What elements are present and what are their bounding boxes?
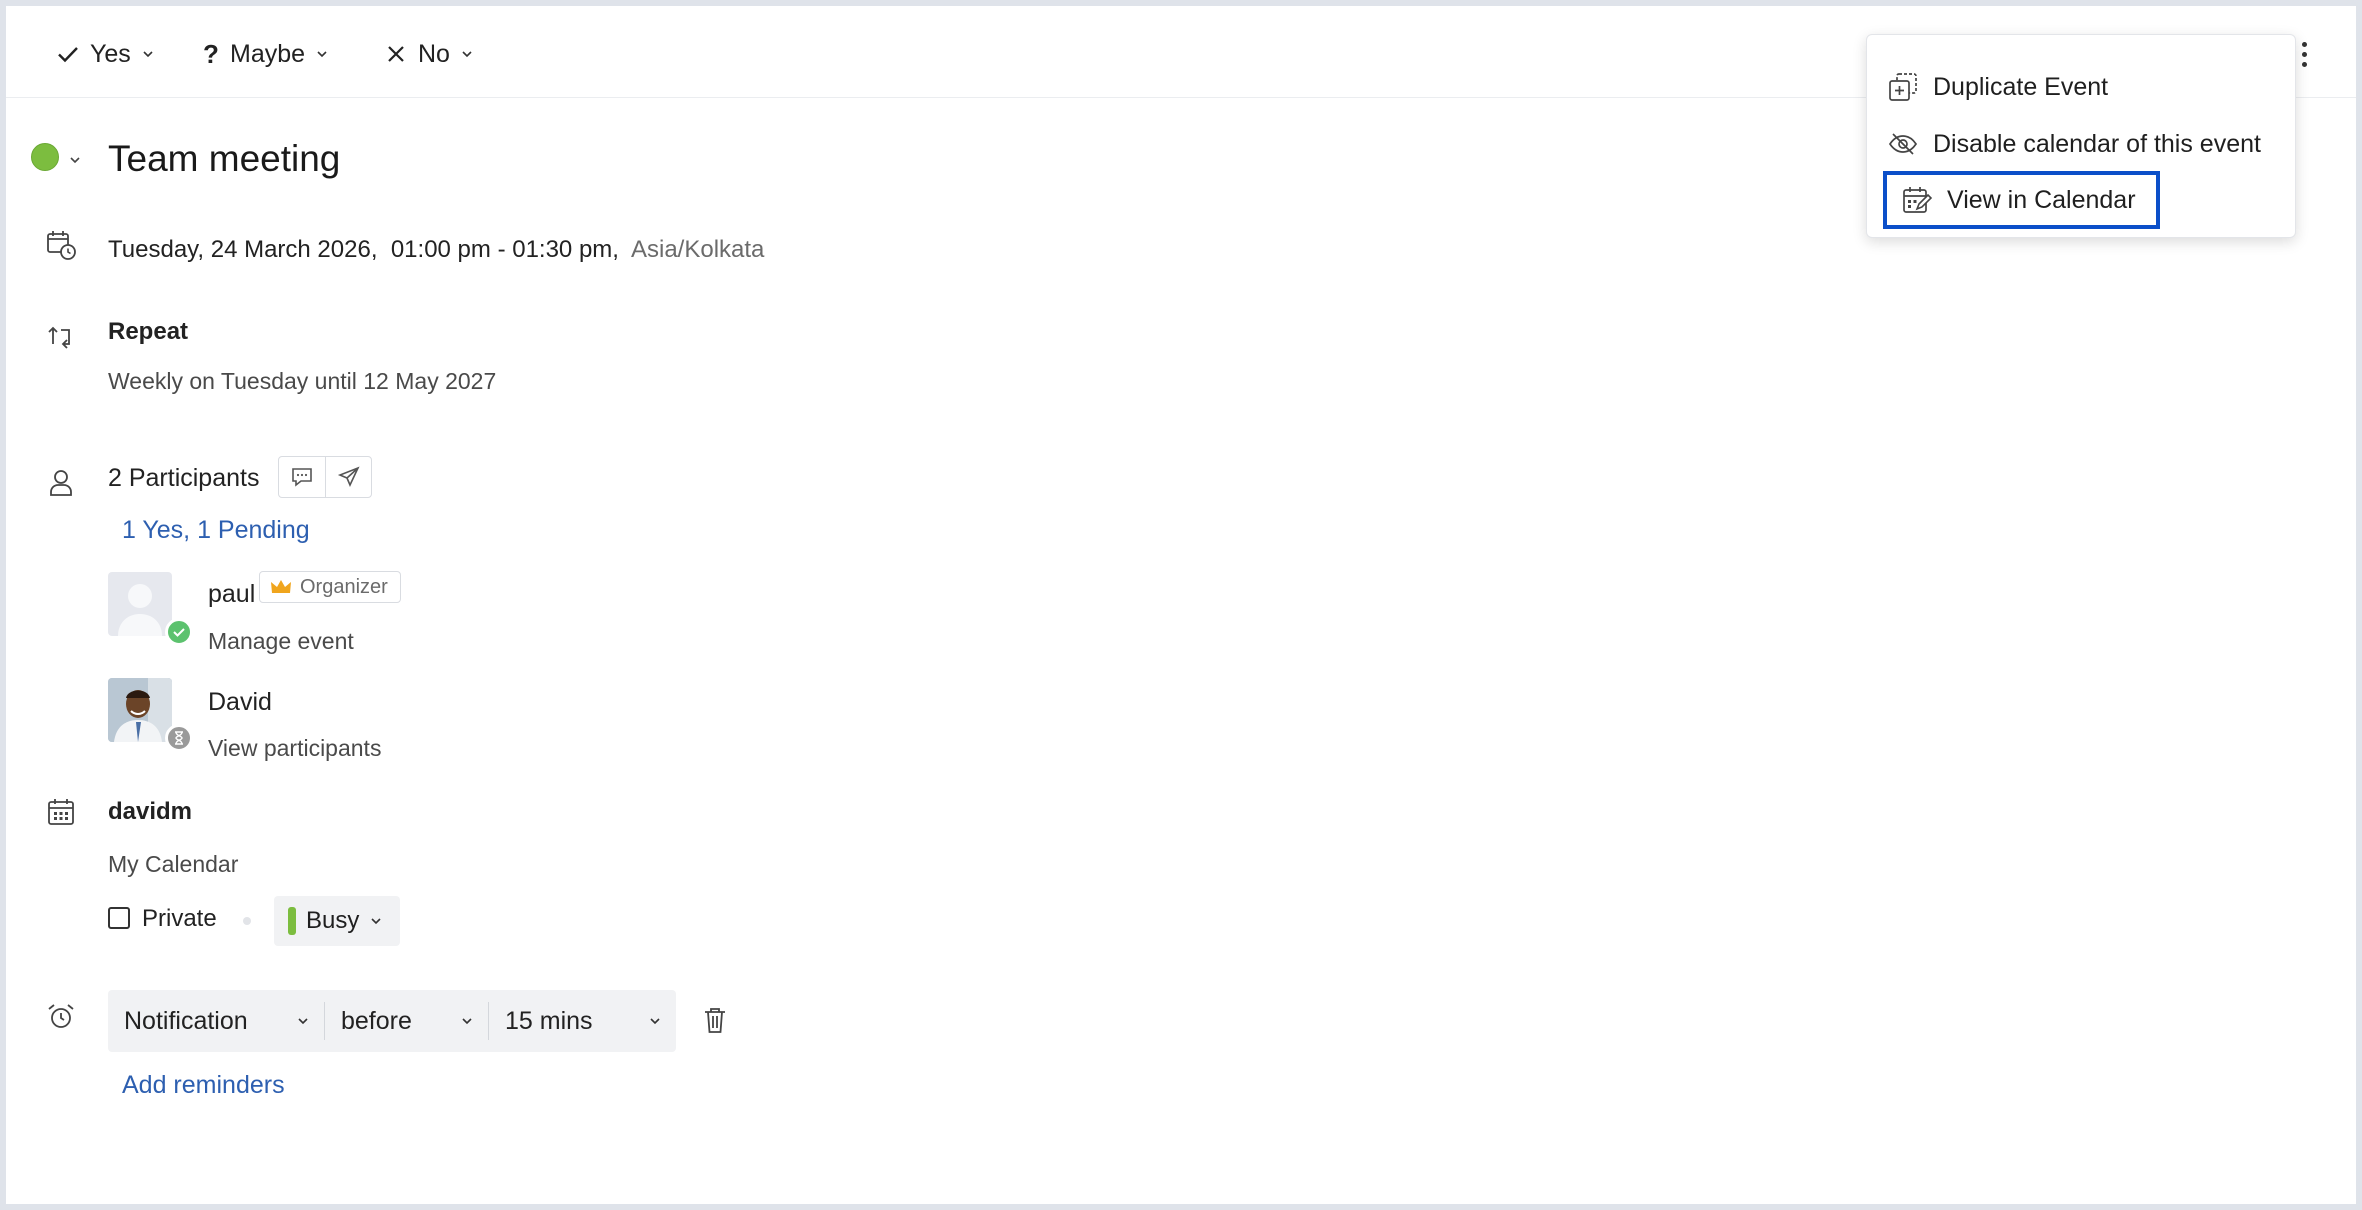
busy-color-bar	[288, 907, 296, 935]
rsvp-yes-button[interactable]: Yes	[56, 34, 155, 74]
chevron-down-icon[interactable]	[68, 153, 82, 167]
send-icon	[337, 466, 360, 487]
check-icon	[58, 47, 78, 63]
person-icon	[50, 470, 72, 496]
reminder-type-select[interactable]: Notification	[108, 990, 324, 1052]
calendar-clock-icon	[47, 231, 76, 260]
event-datetime: Tuesday, 24 March 2026, 01:00 pm - 01:30…	[108, 236, 764, 264]
participant-name: David	[208, 688, 272, 716]
reminder-relation-value: before	[341, 1006, 412, 1035]
chat-icon	[292, 468, 312, 487]
accepted-status-icon	[165, 618, 193, 646]
availability-dropdown[interactable]: Busy	[274, 896, 400, 946]
rsvp-maybe-button[interactable]: ? Maybe	[202, 34, 329, 74]
more-options-icon[interactable]	[2294, 36, 2314, 72]
menu-item-label: Disable calendar of this event	[1933, 129, 2261, 158]
reminder-offset-value: 15 mins	[505, 1006, 593, 1035]
repeat-rule: Weekly on Tuesday until 12 May 2027	[108, 368, 497, 394]
avatar	[108, 678, 172, 742]
participant-actions	[278, 456, 372, 498]
reminder-offset-select[interactable]: 15 mins	[489, 990, 676, 1052]
trash-icon[interactable]	[700, 1004, 730, 1036]
organizer-label: Organizer	[300, 575, 388, 598]
availability-label: Busy	[306, 907, 360, 934]
calendar-edit-icon	[1903, 187, 1933, 213]
close-icon	[388, 46, 404, 62]
chevron-down-icon	[462, 1018, 472, 1025]
private-checkbox[interactable]	[108, 907, 130, 929]
separator-dot	[243, 917, 251, 925]
repeat-icon	[48, 326, 70, 349]
reminder-type-value: Notification	[124, 1006, 248, 1035]
rsvp-no-button[interactable]: No	[384, 34, 474, 74]
reminder-row: Notification before 15 mins	[108, 990, 676, 1052]
menu-item-disable-calendar[interactable]: Disable calendar of this event	[1887, 122, 2261, 166]
calendar-icon	[48, 799, 74, 825]
eye-off-icon	[1888, 133, 1918, 155]
avatar	[108, 572, 172, 636]
menu-item-view-in-calendar[interactable]: View in Calendar	[1883, 171, 2160, 229]
menu-item-label: View in Calendar	[1947, 185, 2136, 214]
default-user-icon	[118, 584, 162, 636]
email-participants-button[interactable]	[325, 457, 371, 497]
event-color-dot[interactable]	[31, 143, 59, 171]
menu-item-label: Duplicate Event	[1933, 72, 2109, 101]
event-timezone: Asia/Kolkata	[630, 236, 765, 263]
participants-count: 2 Participants	[108, 464, 260, 492]
participant-name: paul	[208, 580, 256, 608]
chevron-down-icon	[650, 1018, 660, 1025]
rsvp-yes-label: Yes	[90, 39, 131, 68]
duplicate-icon	[1889, 73, 1917, 101]
reminder-relation-select[interactable]: before	[325, 990, 488, 1052]
event-details-panel: Yes ? Maybe No Team meeting Tuesday, 24 …	[6, 6, 2356, 1204]
pending-status-icon	[165, 724, 193, 752]
private-label: Private	[142, 905, 217, 932]
crown-icon	[271, 580, 291, 593]
event-title: Team meeting	[108, 138, 341, 179]
organizer-badge: Organizer	[259, 571, 401, 603]
chevron-down-icon	[298, 1018, 308, 1025]
event-time: 01:00 pm - 01:30 pm,	[390, 236, 619, 263]
chevron-down-icon	[143, 51, 153, 58]
chevron-down-icon	[317, 51, 327, 58]
calendar-owner: davidm	[108, 798, 193, 825]
chevron-down-icon	[371, 918, 381, 925]
chat-participants-button[interactable]	[279, 457, 325, 497]
menu-item-duplicate-event[interactable]: Duplicate Event	[1887, 65, 2108, 109]
manage-event-link[interactable]: Manage event	[208, 628, 354, 655]
repeat-label: Repeat	[108, 318, 189, 345]
user-photo	[108, 678, 172, 742]
rsvp-no-label: No	[418, 39, 450, 68]
add-reminders-link[interactable]: Add reminders	[122, 1071, 285, 1100]
event-date: Tuesday, 24 March 2026,	[108, 236, 378, 263]
chevron-down-icon	[462, 51, 472, 58]
participants-summary-link[interactable]: 1 Yes, 1 Pending	[122, 516, 310, 545]
calendar-name: My Calendar	[108, 851, 239, 877]
rsvp-maybe-label: Maybe	[230, 39, 306, 68]
view-participants-link[interactable]: View participants	[208, 735, 381, 762]
more-options-menu: Duplicate Event Disable calendar of this…	[1866, 34, 2296, 238]
alarm-icon	[48, 1004, 74, 1028]
question-icon: ?	[203, 38, 219, 69]
